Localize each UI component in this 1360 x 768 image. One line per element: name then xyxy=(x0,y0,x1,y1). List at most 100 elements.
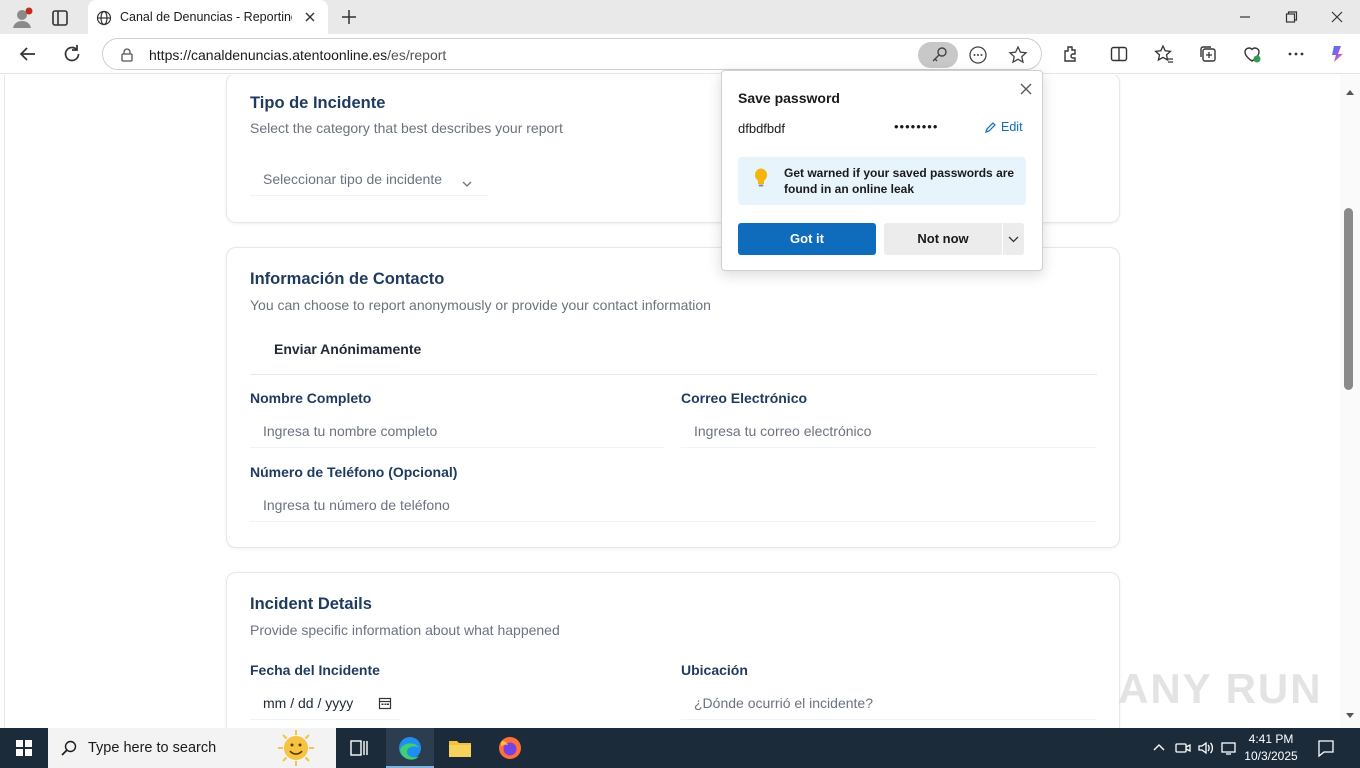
anonymous-label[interactable]: Enviar Anónimamente xyxy=(274,341,421,357)
extensions-icon[interactable] xyxy=(1060,43,1082,65)
notifications-icon[interactable] xyxy=(1316,738,1336,758)
globe-icon xyxy=(96,10,112,26)
pencil-icon xyxy=(985,121,996,133)
taskbar-clock[interactable]: 4:41 PM 10/3/2025 xyxy=(1240,731,1302,765)
new-tab-icon[interactable] xyxy=(338,6,360,28)
close-tab-icon[interactable] xyxy=(302,9,318,25)
email-input[interactable]: Ingresa tu correo electrónico xyxy=(681,414,1097,448)
edge-taskbar-button[interactable] xyxy=(386,728,434,768)
calendar-icon[interactable] xyxy=(378,696,392,710)
incident-details-subtitle: Provide specific information about what … xyxy=(250,622,560,638)
save-password-popup: Save password dfbdfbdf •••••••• Edit Get… xyxy=(721,70,1043,271)
chevron-down-icon xyxy=(462,175,472,187)
contact-card: Información de Contacto You can choose t… xyxy=(226,247,1120,548)
got-it-button[interactable]: Got it xyxy=(738,223,876,255)
split-screen-icon[interactable] xyxy=(1108,43,1130,65)
file-explorer-button[interactable] xyxy=(436,728,484,768)
not-now-button[interactable]: Not now xyxy=(884,223,1002,255)
incident-type-subtitle: Select the category that best describes … xyxy=(250,120,563,136)
edit-label: Edit xyxy=(1001,120,1023,134)
watermark-text: ANY RUN xyxy=(1118,665,1323,712)
password-key-button[interactable] xyxy=(918,42,958,68)
restore-icon[interactable] xyxy=(1280,6,1302,28)
more-tools-icon[interactable] xyxy=(967,44,989,66)
meet-now-icon[interactable] xyxy=(1174,739,1192,757)
show-hidden-icons-chevron-up-icon[interactable] xyxy=(1150,739,1168,757)
incident-details-title: Incident Details xyxy=(250,595,372,613)
edge-icon xyxy=(399,737,421,760)
address-bar[interactable]: https://canaldenuncias.atentoonline.es/e… xyxy=(102,38,1042,70)
viewport-edge xyxy=(4,75,5,728)
settings-more-icon[interactable] xyxy=(1285,43,1307,65)
tab-bar: Canal de Denuncias - Reporting C xyxy=(0,0,1360,34)
leak-warning-text: Get warned if your saved passwords are f… xyxy=(784,166,1015,196)
phone-input[interactable]: Ingresa tu número de teléfono xyxy=(250,488,1097,522)
location-label: Ubicación xyxy=(681,662,748,678)
url-path: /es/report xyxy=(387,47,447,63)
scroll-up-icon[interactable] xyxy=(1345,83,1355,95)
url-text[interactable]: https://canaldenuncias.atentoonline.es/e… xyxy=(149,47,446,63)
back-icon[interactable] xyxy=(16,42,40,66)
task-view-button[interactable] xyxy=(336,728,384,768)
minimize-icon[interactable] xyxy=(1234,6,1256,28)
browser-toolbar: https://canaldenuncias.atentoonline.es/e… xyxy=(0,34,1360,74)
network-icon[interactable] xyxy=(1220,739,1238,757)
saved-password-mask: •••••••• xyxy=(894,119,939,134)
favorites-icon[interactable] xyxy=(1153,43,1175,65)
scroll-down-icon[interactable] xyxy=(1345,707,1355,718)
full-name-label: Nombre Completo xyxy=(250,390,372,406)
anonymous-checkbox[interactable] xyxy=(250,341,266,357)
anyrun-watermark: ANY RUN xyxy=(1118,658,1323,720)
edit-password-link[interactable]: Edit xyxy=(984,120,1023,134)
profile-icon[interactable] xyxy=(10,6,34,30)
lightbulb-icon xyxy=(752,167,770,189)
folder-icon xyxy=(449,741,471,757)
search-placeholder: Type here to search xyxy=(88,740,217,756)
taskbar-search[interactable]: Type here to search xyxy=(48,728,336,768)
tab-actions-icon[interactable] xyxy=(48,6,72,30)
url-host: https://canaldenuncias.atentoonline.es xyxy=(149,47,388,63)
close-icon[interactable] xyxy=(1018,81,1034,97)
incident-date-placeholder: mm / dd / yyyy xyxy=(263,695,354,711)
not-now-options-button[interactable] xyxy=(1003,223,1024,255)
task-view-icon xyxy=(350,740,368,756)
collections-icon[interactable] xyxy=(1197,43,1219,65)
incident-details-card: Incident Details Provide specific inform… xyxy=(226,572,1120,728)
page-viewport: Tipo de Incidente Select the category th… xyxy=(0,75,1340,728)
sun-icon[interactable] xyxy=(266,728,326,768)
incident-date-label: Fecha del Incidente xyxy=(250,662,380,678)
scroll-thumb[interactable] xyxy=(1344,208,1353,390)
windows-taskbar: Type here to search 4:41 PM 10/3/2025 xyxy=(0,728,1360,768)
browser-essentials-icon[interactable] xyxy=(1241,43,1263,65)
favorite-star-icon[interactable] xyxy=(1007,44,1029,66)
volume-icon[interactable] xyxy=(1197,739,1215,757)
copilot-icon[interactable] xyxy=(1327,43,1349,65)
firefox-button[interactable] xyxy=(486,728,534,768)
windows-logo-icon xyxy=(16,740,32,756)
leak-warning-info: Get warned if your saved passwords are f… xyxy=(738,157,1026,205)
tab-title: Canal de Denuncias - Reporting C xyxy=(120,10,292,24)
clock-time: 4:41 PM xyxy=(1248,732,1294,746)
contact-divider xyxy=(250,374,1097,375)
active-tab[interactable]: Canal de Denuncias - Reporting C xyxy=(88,0,328,34)
refresh-icon[interactable] xyxy=(60,42,84,66)
search-icon xyxy=(60,739,78,757)
incident-type-title: Tipo de Incidente xyxy=(250,94,386,112)
incident-date-input[interactable]: mm / dd / yyyy xyxy=(250,686,400,720)
firefox-icon xyxy=(499,737,521,759)
clock-date: 10/3/2025 xyxy=(1244,749,1298,763)
page-scrollbar[interactable] xyxy=(1340,75,1360,728)
contact-subtitle: You can choose to report anonymously or … xyxy=(250,297,711,313)
incident-type-select[interactable]: Seleccionar tipo de incidente xyxy=(250,162,488,196)
phone-label: Número de Teléfono (Opcional) xyxy=(250,464,458,480)
location-input[interactable]: ¿Dónde ocurrió el incidente? xyxy=(681,686,1097,720)
saved-username: dfbdfbdf xyxy=(738,121,785,136)
full-name-input[interactable]: Ingresa tu nombre completo xyxy=(250,414,664,448)
incident-type-select-value: Seleccionar tipo de incidente xyxy=(263,171,443,187)
chevron-down-icon xyxy=(1008,236,1019,243)
start-button[interactable] xyxy=(0,728,48,768)
email-label: Correo Electrónico xyxy=(681,390,808,406)
save-password-title: Save password xyxy=(738,90,840,106)
lock-icon[interactable] xyxy=(119,47,135,63)
close-window-icon[interactable] xyxy=(1326,6,1348,28)
